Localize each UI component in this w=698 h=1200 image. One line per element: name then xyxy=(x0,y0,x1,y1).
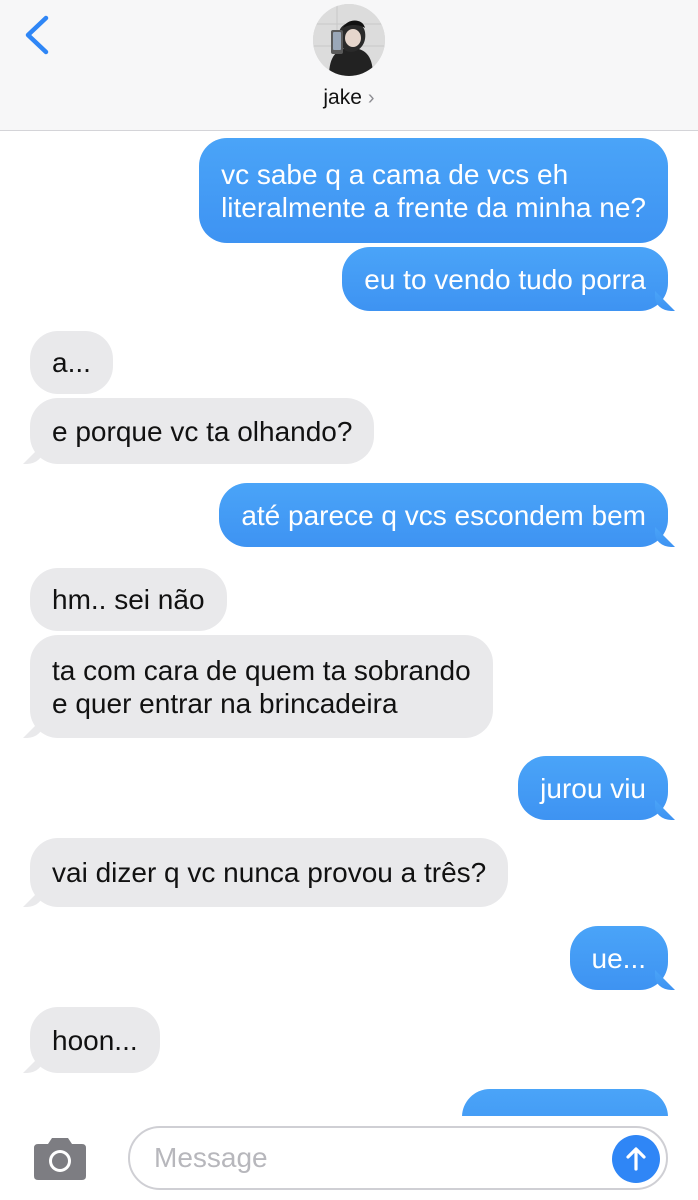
back-button[interactable] xyxy=(18,12,58,58)
contact-name-button[interactable]: jake › xyxy=(0,86,698,110)
message-bubble-outgoing[interactable]: vc sabe q a cama de vcs eh literalmente … xyxy=(199,138,668,243)
chevron-right-icon: › xyxy=(367,87,375,109)
avatar-photo xyxy=(313,4,385,76)
message-bubble-incoming[interactable]: hm.. sei não xyxy=(30,568,227,631)
message-bubble-incoming[interactable]: hoon... xyxy=(30,1007,160,1073)
message-text: ta com cara de quem ta sobrando e quer e… xyxy=(52,654,471,719)
message-input[interactable] xyxy=(154,1138,594,1178)
message-text: até parece q vcs escondem bem xyxy=(241,499,646,531)
message-bubble-outgoing[interactable]: jurou viu xyxy=(518,756,668,820)
message-bubble-incoming[interactable]: ta com cara de quem ta sobrando e quer e… xyxy=(30,635,493,738)
message-text: e porque vc ta olhando? xyxy=(52,415,353,447)
message-bubble-outgoing[interactable]: ue... xyxy=(569,926,668,990)
message-bubble-incoming[interactable]: vai dizer q vc nunca provou a três? xyxy=(30,838,509,907)
message-bubble-outgoing-partial[interactable] xyxy=(462,1089,668,1116)
send-button[interactable] xyxy=(612,1135,660,1183)
message-text: eu to vendo tudo porra xyxy=(364,263,646,295)
message-input-container[interactable] xyxy=(128,1126,668,1190)
camera-button[interactable] xyxy=(30,1136,90,1182)
chevron-left-icon xyxy=(25,15,49,55)
message-text: a... xyxy=(52,347,91,378)
contact-name: jake xyxy=(323,86,362,109)
message-composer xyxy=(0,1116,698,1200)
message-text: ue... xyxy=(591,942,646,974)
message-bubble-incoming[interactable]: a... xyxy=(30,331,113,394)
send-arrow-up-icon xyxy=(626,1147,646,1171)
message-bubble-outgoing[interactable]: eu to vendo tudo porra xyxy=(342,247,668,311)
conversation-header: jake › xyxy=(0,0,698,131)
message-text: hoon... xyxy=(52,1024,138,1056)
message-text: vc sabe q a cama de vcs eh literalmente … xyxy=(221,158,646,223)
message-text: hm.. sei não xyxy=(52,584,205,615)
camera-icon xyxy=(34,1138,86,1180)
message-bubble-outgoing[interactable]: até parece q vcs escondem bem xyxy=(219,483,668,547)
message-text: jurou viu xyxy=(540,772,646,804)
message-bubble-incoming[interactable]: e porque vc ta olhando? xyxy=(30,398,375,464)
contact-avatar[interactable] xyxy=(313,4,385,76)
message-text: vai dizer q vc nunca provou a três? xyxy=(52,857,487,888)
message-thread[interactable]: vc sabe q a cama de vcs eh literalmente … xyxy=(0,131,698,1116)
